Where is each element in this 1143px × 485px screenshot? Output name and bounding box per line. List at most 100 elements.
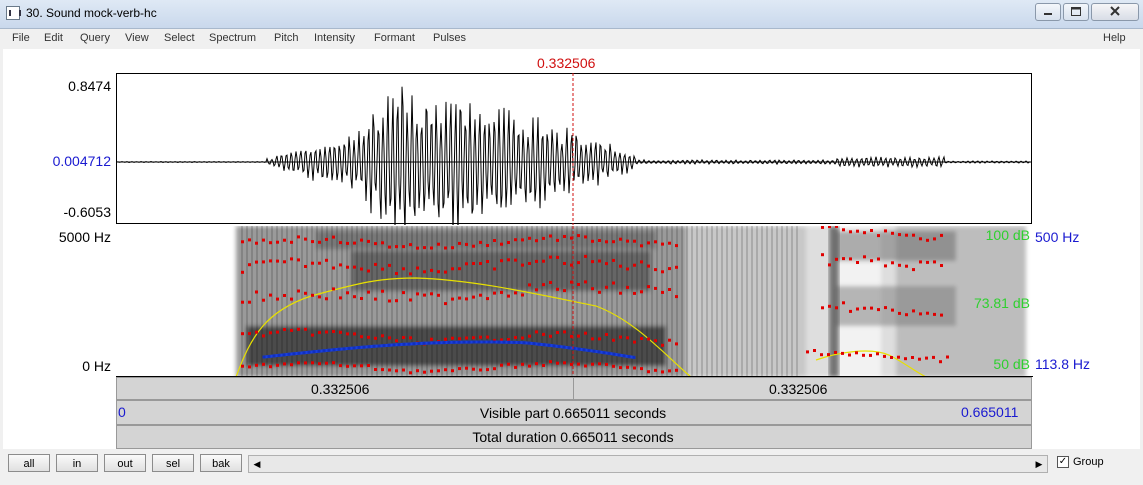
formant-point xyxy=(486,368,489,372)
menu-edit[interactable]: Edit xyxy=(44,32,63,44)
formant-point xyxy=(367,239,370,243)
formant-point xyxy=(276,363,279,367)
formant-point xyxy=(423,293,426,297)
pitch-point xyxy=(632,355,636,359)
menu-intensity[interactable]: Intensity xyxy=(314,32,355,44)
formant-point xyxy=(911,356,914,359)
formant-point xyxy=(528,283,531,287)
formant-point xyxy=(919,237,922,241)
formant-point xyxy=(591,260,594,264)
menu-formant[interactable]: Formant xyxy=(374,32,415,44)
menu-pulses[interactable]: Pulses xyxy=(433,32,466,44)
pitch-point xyxy=(277,353,281,357)
waveform-panel[interactable] xyxy=(116,73,1033,225)
formant-point xyxy=(883,354,886,358)
visible-part-bar[interactable]: Visible part 0.665011 seconds xyxy=(116,400,1032,425)
minimize-icon xyxy=(1044,13,1052,15)
pitch-point xyxy=(627,355,631,359)
pitch-point xyxy=(497,340,501,344)
pitch-point xyxy=(287,352,291,356)
formant-point xyxy=(891,231,894,235)
close-button[interactable] xyxy=(1091,3,1139,21)
minimize-button[interactable] xyxy=(1035,3,1061,21)
pitch-point xyxy=(502,340,506,344)
formant-point xyxy=(276,240,279,244)
zoom-out-button[interactable]: out xyxy=(104,454,146,472)
formant-point xyxy=(451,297,454,301)
formant-point xyxy=(926,238,929,242)
formant-point xyxy=(304,361,307,365)
pitch-point xyxy=(487,340,491,344)
formant-point xyxy=(591,287,594,291)
formant-point xyxy=(353,332,356,336)
scroll-right-arrow-icon[interactable]: ▶ xyxy=(1032,457,1046,471)
formant-point xyxy=(633,239,636,243)
total-duration-bar[interactable]: Total duration 0.665011 seconds xyxy=(116,425,1032,449)
time-scrollbar[interactable]: ◀ ▶ xyxy=(248,455,1048,473)
formant-point xyxy=(255,330,258,334)
menu-select[interactable]: Select xyxy=(164,32,195,44)
menu-view[interactable]: View xyxy=(125,32,149,44)
window-title: 30. Sound mock-verb-hc xyxy=(26,6,157,20)
menu-query[interactable]: Query xyxy=(80,32,110,44)
formant-point xyxy=(416,369,419,373)
formant-point xyxy=(381,267,384,271)
formant-point xyxy=(255,290,258,294)
pitch-point xyxy=(292,352,296,356)
formant-point xyxy=(353,265,356,269)
zoom-selection-button[interactable]: sel xyxy=(152,454,194,472)
formant-point xyxy=(500,290,503,294)
menu-file[interactable]: File xyxy=(12,32,30,44)
formant-point xyxy=(388,299,391,303)
menu-pitch[interactable]: Pitch xyxy=(274,32,298,44)
spectrogram-panel[interactable]: 100 dB 73.81 dB 50 dB xyxy=(116,226,1033,377)
formant-point xyxy=(423,370,426,374)
formant-point xyxy=(661,290,664,294)
formant-point xyxy=(332,287,335,291)
formant-point xyxy=(269,241,272,245)
zoom-back-button[interactable]: bak xyxy=(200,454,242,472)
menu-help[interactable]: Help xyxy=(1103,32,1126,44)
group-checkbox[interactable]: ✓ xyxy=(1057,456,1069,468)
formant-point xyxy=(626,365,629,369)
formant-point xyxy=(283,260,286,264)
formant-point xyxy=(311,240,314,244)
pitch-point xyxy=(492,340,496,344)
cursor-time-label: 0.332506 xyxy=(537,55,596,71)
formant-point xyxy=(905,233,908,237)
formant-point xyxy=(262,298,265,302)
formant-point xyxy=(612,258,615,262)
formant-point xyxy=(806,350,809,354)
formant-point xyxy=(542,332,545,336)
formant-point xyxy=(897,355,900,359)
scroll-left-arrow-icon[interactable]: ◀ xyxy=(250,457,264,471)
formant-point xyxy=(514,258,517,262)
pitch-point xyxy=(512,340,516,344)
formant-point xyxy=(633,340,636,344)
formant-point xyxy=(430,369,433,373)
formant-point xyxy=(339,296,342,300)
formant-point xyxy=(514,238,517,242)
formant-point xyxy=(409,243,412,247)
formant-point xyxy=(556,255,559,259)
intensity-min-label: 50 dB xyxy=(993,356,1030,372)
menu-spectrum[interactable]: Spectrum xyxy=(209,32,256,44)
formant-point xyxy=(521,293,524,297)
zoom-in-button[interactable]: in xyxy=(56,454,98,472)
formant-point xyxy=(297,327,300,331)
formant-point xyxy=(912,309,915,313)
formant-point xyxy=(479,240,482,244)
formant-point xyxy=(591,362,594,366)
pitch-point xyxy=(612,352,616,356)
formant-point xyxy=(486,244,489,247)
formant-point xyxy=(507,362,510,366)
formant-point xyxy=(870,259,873,263)
formant-point xyxy=(668,338,671,342)
formant-point xyxy=(486,297,489,301)
zoom-all-button[interactable]: all xyxy=(8,454,50,472)
maximize-button[interactable] xyxy=(1063,3,1089,21)
formant-point xyxy=(374,368,377,371)
formant-point xyxy=(549,334,552,338)
formant-point xyxy=(507,338,510,341)
formant-point xyxy=(549,255,552,259)
